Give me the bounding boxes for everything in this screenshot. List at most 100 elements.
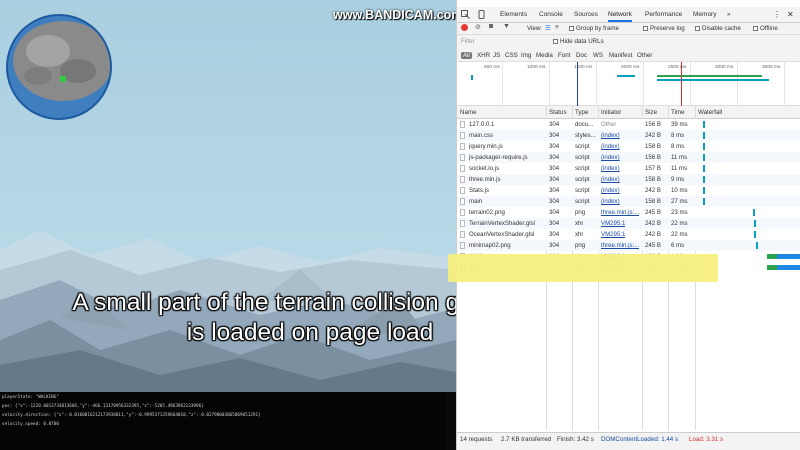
overview-gridline (549, 62, 550, 106)
game-viewport[interactable]: A small part of the terrain collision ge… (0, 0, 456, 392)
request-row[interactable]: three.min.js 304 script (index) 158 B 9 ms (457, 174, 800, 185)
video-caption: A small part of the terrain collision ge… (0, 288, 456, 348)
column-waterfall[interactable]: Waterfall (698, 109, 722, 116)
overview-tick: 2500 ms (668, 65, 687, 70)
request-initiator[interactable]: three.min.js:... (601, 242, 639, 249)
network-status-bar: 14 requests 2.7 KB transferred Finish: 3… (457, 432, 800, 450)
tab-network[interactable]: Network (608, 7, 632, 22)
tab-performance[interactable]: Performance (645, 7, 682, 22)
filter-input[interactable]: Filter (461, 38, 475, 45)
camera-icon[interactable]: ◙ (489, 23, 493, 30)
overview-gridline (596, 62, 597, 106)
request-initiator[interactable]: (index) (601, 143, 620, 150)
network-overview[interactable]: 500 ms 1000 ms 1500 ms 2000 ms 2500 ms 3… (457, 62, 800, 106)
group-by-frame-checkbox[interactable]: Group by frame (569, 25, 619, 32)
waterfall-bar (703, 198, 705, 205)
filter-type-media[interactable]: Media (536, 52, 553, 59)
filter-type-img[interactable]: Img (521, 52, 531, 59)
device-toolbar-icon[interactable] (477, 10, 486, 19)
request-initiator[interactable]: (index) (601, 132, 620, 139)
dom-content-loaded-time: DOMContentLoaded: 1.44 s (601, 436, 679, 443)
column-type[interactable]: Type (575, 109, 588, 116)
request-row[interactable]: 127.0.0.1 304 docu... Other 156 B 39 ms (457, 119, 800, 130)
overview-tick: 3000 ms (715, 65, 734, 70)
request-initiator[interactable]: (index) (601, 165, 620, 172)
request-time: 8 ms (671, 143, 685, 150)
column-size[interactable]: Size (645, 109, 657, 116)
kebab-menu-icon[interactable]: ⋮ (773, 7, 781, 22)
tab-elements[interactable]: Elements (500, 7, 527, 22)
filter-type-all[interactable]: All (461, 52, 472, 59)
request-row[interactable]: TerrainVertexShader.glsl 304 xhr VM295:1 242… (457, 218, 800, 229)
tab-console[interactable]: Console (539, 7, 563, 22)
hide-data-urls-checkbox[interactable]: Hide data URLs (553, 38, 604, 45)
filter-type-manifest[interactable]: Manifest (609, 52, 632, 59)
file-icon (460, 154, 465, 161)
request-size: 242 B (645, 132, 661, 139)
request-type: script (575, 165, 590, 172)
record-icon[interactable] (461, 24, 468, 31)
column-initiator[interactable]: Initiator (601, 109, 621, 116)
request-type: script (575, 154, 590, 161)
filter-type-other[interactable]: Other (637, 52, 652, 59)
request-type: docu... (575, 121, 594, 128)
request-row[interactable]: terrain02.png 304 png three.min.js:... 245 B… (457, 207, 800, 218)
offline-checkbox[interactable]: Offline (753, 25, 778, 32)
clear-icon[interactable]: ⊘ (475, 23, 481, 31)
request-row[interactable]: socket.io.js 304 script (index) 157 B 11 ms (457, 163, 800, 174)
waterfall-bar (703, 121, 705, 128)
request-type: script (575, 143, 590, 150)
request-row[interactable]: main.css 304 styles... (index) 242 B 8 ms (457, 130, 800, 141)
request-type: png (575, 209, 586, 216)
filter-type-xhr[interactable]: XHR (477, 52, 490, 59)
request-row[interactable]: Stats.js 304 script (index) 242 B 10 ms (457, 185, 800, 196)
preserve-log-checkbox[interactable]: Preserve log (643, 25, 685, 32)
tab-memory[interactable]: Memory (693, 7, 716, 22)
more-tabs-button[interactable]: » (727, 7, 731, 22)
request-initiator[interactable]: three.min.js:... (601, 209, 639, 216)
request-initiator[interactable]: (index) (601, 176, 620, 183)
request-initiator[interactable]: (index) (601, 187, 620, 194)
request-initiator[interactable]: (index) (601, 154, 620, 161)
file-icon (460, 176, 465, 183)
request-row[interactable]: main 304 script (index) 158 B 27 ms (457, 196, 800, 207)
request-initiator[interactable]: VM295:1 (601, 220, 625, 227)
request-status: 304 (549, 132, 560, 139)
request-row[interactable]: OceanVertexShader.glsl 304 xhr VM295:1 242 B… (457, 229, 800, 240)
filter-icon[interactable]: ▼ (503, 23, 510, 30)
file-icon (460, 165, 465, 172)
request-status: 304 (549, 242, 560, 249)
waterfall-view-icon[interactable]: ≡ (555, 24, 559, 31)
request-size: 156 B (645, 154, 661, 161)
request-type: script (575, 198, 590, 205)
column-time[interactable]: Time (671, 109, 685, 116)
list-view-icon[interactable]: ☰ (545, 24, 551, 32)
request-row[interactable]: js-packager-require.js 304 script (index) 15… (457, 152, 800, 163)
dcl-marker (577, 62, 578, 106)
column-status[interactable]: Status (549, 109, 567, 116)
file-icon (460, 242, 465, 249)
filter-type-ws[interactable]: WS (593, 52, 603, 59)
filter-type-doc[interactable]: Doc (576, 52, 587, 59)
request-initiator[interactable]: Other (601, 121, 616, 128)
close-icon[interactable]: ✕ (787, 7, 794, 22)
column-name[interactable]: Name (460, 109, 477, 116)
waterfall-bar (703, 154, 705, 161)
request-initiator[interactable]: (index) (601, 198, 620, 205)
request-initiator[interactable]: VM295:1 (601, 231, 625, 238)
overview-bar (617, 75, 635, 77)
overview-tick: 2000 ms (621, 65, 640, 70)
filter-type-js[interactable]: JS (493, 52, 500, 59)
filter-type-font[interactable]: Font (558, 52, 570, 59)
disable-cache-checkbox[interactable]: Disable cache (695, 25, 741, 32)
request-row[interactable]: jquery.min.js 304 script (index) 158 B 8 ms (457, 141, 800, 152)
filter-type-css[interactable]: CSS (505, 52, 518, 59)
request-name: terrain02.png (469, 209, 505, 216)
file-icon (460, 143, 465, 150)
inspect-element-icon[interactable] (461, 10, 470, 19)
file-icon (460, 231, 465, 238)
request-size: 242 B (645, 187, 661, 194)
recorder-watermark: www.BANDICAM.com (333, 8, 463, 22)
request-row[interactable]: minimap02.png 304 png three.min.js:... 245 B… (457, 240, 800, 251)
tab-sources[interactable]: Sources (574, 7, 598, 22)
